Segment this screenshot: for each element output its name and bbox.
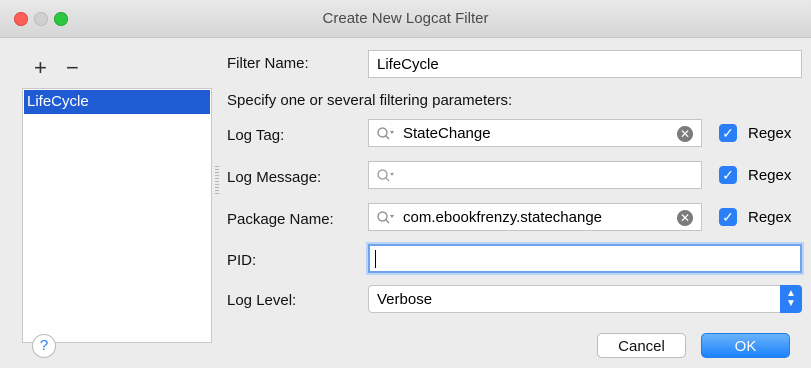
clear-icon[interactable]: ✕ xyxy=(677,126,693,142)
package-name-input[interactable]: com.ebookfrenzy.statechange ✕ xyxy=(368,203,702,231)
add-filter-button[interactable]: + xyxy=(34,57,47,79)
package-name-value: com.ebookfrenzy.statechange xyxy=(403,209,603,226)
checkmark-icon: ✓ xyxy=(722,125,734,141)
log-tag-regex-checkbox[interactable]: ✓ xyxy=(719,124,737,142)
package-name-regex-label: Regex xyxy=(748,209,792,226)
log-message-input[interactable] xyxy=(368,161,702,189)
ok-button[interactable]: OK xyxy=(701,333,790,358)
log-level-label: Log Level: xyxy=(227,292,297,309)
window-title: Create New Logcat Filter xyxy=(322,10,489,27)
log-message-label: Log Message: xyxy=(227,169,322,186)
chevron-updown-icon[interactable]: ▲ ▼ xyxy=(780,285,802,313)
log-tag-label: Log Tag: xyxy=(227,127,285,144)
pid-label: PID: xyxy=(227,252,257,269)
text-cursor xyxy=(375,250,376,268)
filter-name-value: LifeCycle xyxy=(377,56,439,73)
log-tag-value: StateChange xyxy=(403,125,491,142)
remove-filter-button[interactable]: − xyxy=(66,57,79,79)
filter-list[interactable]: LifeCycle xyxy=(22,88,212,343)
clear-icon[interactable]: ✕ xyxy=(677,210,693,226)
package-name-regex-checkbox[interactable]: ✓ xyxy=(719,208,737,226)
log-message-regex-label: Regex xyxy=(748,167,792,184)
log-tag-input[interactable]: StateChange ✕ xyxy=(368,119,702,147)
log-tag-regex-label: Regex xyxy=(748,125,792,142)
log-level-select[interactable]: Verbose ▲ ▼ xyxy=(368,285,802,313)
splitter-grip-icon[interactable] xyxy=(215,166,219,196)
package-name-label: Package Name: xyxy=(227,211,334,228)
checkmark-icon: ✓ xyxy=(722,209,734,225)
title-bar[interactable]: Create New Logcat Filter xyxy=(0,0,811,38)
log-level-value: Verbose xyxy=(377,291,433,308)
search-icon[interactable] xyxy=(376,210,396,226)
instructions-text: Specify one or several filtering paramet… xyxy=(227,92,513,109)
search-icon[interactable] xyxy=(376,168,396,184)
checkmark-icon: ✓ xyxy=(722,167,734,183)
cancel-button[interactable]: Cancel xyxy=(597,333,686,358)
help-button[interactable]: ? xyxy=(32,334,56,358)
search-icon[interactable] xyxy=(376,126,396,142)
filter-list-item[interactable]: LifeCycle xyxy=(24,90,210,114)
dialog-window: Create New Logcat Filter + − LifeCycle F… xyxy=(0,0,811,368)
filter-name-input[interactable]: LifeCycle xyxy=(368,50,802,78)
log-message-regex-checkbox[interactable]: ✓ xyxy=(719,166,737,184)
pid-input[interactable] xyxy=(368,244,802,273)
filter-name-label: Filter Name: xyxy=(227,55,309,72)
